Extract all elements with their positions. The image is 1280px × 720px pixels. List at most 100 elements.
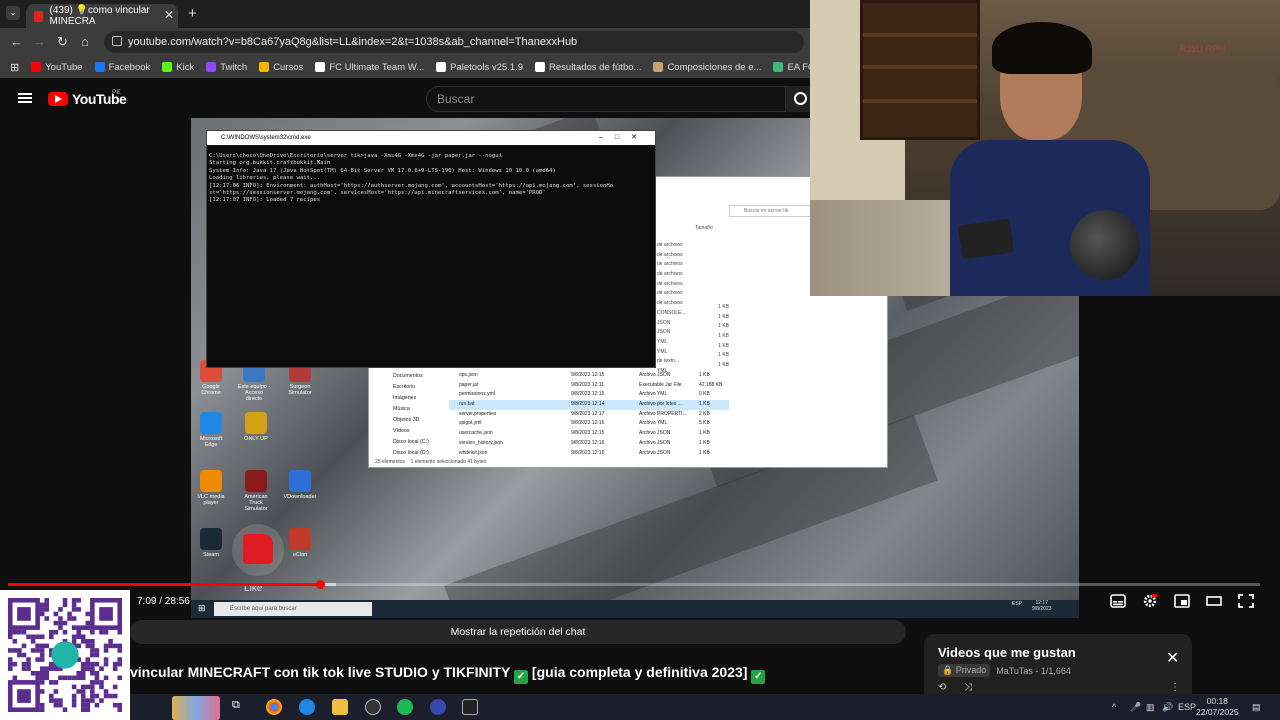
explorer-search-input[interactable]: Buscar en server tik [729, 205, 817, 217]
scrubber-handle[interactable] [315, 580, 325, 589]
file-type: Archivo JSON [639, 439, 671, 446]
nav-pane-item[interactable]: Imágenes [369, 393, 439, 404]
tab-list-button[interactable]: ⌄ [6, 6, 20, 20]
file-type: Archivo YML [639, 391, 668, 398]
obs-icon[interactable] [365, 699, 381, 715]
bookmark-item[interactable]: Twitch [206, 62, 247, 73]
file-row[interactable]: ops.json 9/8/2023 12:15 Archivo JSON 1 KB [449, 371, 729, 381]
desktop-icon: Steam [193, 528, 229, 558]
file-name: run.bat [459, 401, 475, 408]
nav-pane-item[interactable]: Disco local (D:) [369, 448, 439, 459]
tray-chevron-icon[interactable]: ^ [1112, 702, 1116, 712]
loop-icon[interactable]: ⟲ [938, 682, 946, 693]
file-name: ops.json [459, 372, 478, 378]
show-chat-replay-button[interactable]: Mostrar la repetición del chat [130, 620, 906, 644]
youtube-play-icon [48, 92, 68, 106]
bookmark-item[interactable]: Resultados de fútbo... [535, 62, 641, 73]
file-row[interactable]: server.properties 9/8/2023 12:17 Archivo P… [449, 410, 729, 420]
back-icon[interactable]: ← [10, 34, 23, 49]
bookmark-item[interactable]: Cursos [259, 62, 303, 73]
close-tab-icon[interactable]: ✕ [164, 8, 174, 22]
home-icon[interactable]: ⌂ [81, 34, 89, 49]
menu-icon[interactable] [18, 93, 32, 103]
network-icon[interactable]: ▥ [1146, 702, 1155, 713]
file-row[interactable]: version_history.json 9/8/2023 12:16 Archiv… [449, 439, 729, 449]
new-tab-icon[interactable]: + [188, 5, 197, 22]
more-options-icon[interactable]: ⋮ [1170, 682, 1180, 693]
notifications-icon[interactable]: ▤ [1252, 702, 1261, 713]
edge-icon[interactable] [299, 699, 315, 715]
bookmark-item[interactable]: FC Ultimate Team W... [315, 62, 424, 73]
bookmark-label: Resultados de fútbo... [549, 61, 642, 73]
size-column-header[interactable]: Tamaño [695, 225, 713, 231]
bookmark-item[interactable]: Composiciones de e... [653, 62, 761, 73]
task-view-icon[interactable]: ⧉ [232, 699, 248, 715]
file-row[interactable]: run.bat 9/8/2023 12:14 Archivo por lotes .… [449, 400, 729, 410]
file-row[interactable]: spigot.yml 9/8/2023 12:16 Archivo YML 5 KB [449, 419, 729, 429]
recorded-start-icon: ⊞ [198, 603, 206, 613]
subtitles-icon[interactable] [1110, 594, 1126, 608]
bookmark-item[interactable]: Kick [162, 62, 194, 73]
file-name: version_history.json [459, 439, 503, 446]
address-bar[interactable]: youtube.com/watch?v=b8Ca67yaQ8g&list=LL&… [104, 31, 804, 53]
forward-icon[interactable]: → [33, 34, 46, 49]
desktop-icon-label: Microsoft Edge [199, 436, 223, 448]
bookmark-item[interactable]: EA FC 24 Ultimate T... [773, 62, 810, 73]
apps-grid-icon[interactable]: ⊞ [10, 61, 19, 74]
reload-icon[interactable]: ↻ [57, 34, 68, 50]
window-controls[interactable]: –□✕ [599, 131, 649, 145]
file-explorer-icon[interactable] [332, 699, 348, 715]
site-info-icon[interactable] [112, 36, 122, 46]
chrome-icon[interactable] [266, 699, 282, 715]
playlist-title[interactable]: Videos que me gustan [938, 645, 1076, 660]
file-size: 1 KB [699, 372, 710, 378]
file-row[interactable]: permissions.yml 9/8/2023 12:15 Archivo YML… [449, 390, 729, 400]
nav-pane-item[interactable]: Objetos 3D [369, 415, 439, 426]
fullscreen-icon[interactable] [1238, 594, 1254, 608]
tray-language[interactable]: ESP [1178, 702, 1196, 712]
file-name: spigot.yml [459, 420, 482, 427]
file-row[interactable]: whitelist.json 9/8/2023 12:15 Archivo JSON… [449, 449, 729, 459]
nav-pane-item[interactable]: Escritorio [369, 382, 439, 393]
file-size: 1 KB [699, 439, 710, 446]
microphone-icon[interactable]: 🎤 [1130, 702, 1141, 713]
desktop-icon-label: Este equipo - Acceso directo [237, 384, 271, 402]
close-playlist-icon[interactable]: ✕ [1166, 648, 1179, 668]
file-type: Archivo JSON [639, 372, 671, 378]
spotify-icon[interactable] [397, 699, 413, 715]
nav-pane-item[interactable]: Disco local (C:) [369, 437, 439, 448]
file-size-cell: 1 KB [718, 323, 729, 330]
file-row[interactable]: paper.jar 9/8/2023 12:11 Executable Jar Fi… [449, 381, 729, 391]
cmd-window[interactable]: C:\WINDOWS\system32\cmd.exe –□✕ C:\Users… [206, 130, 656, 368]
nav-pane-item[interactable]: Vídeos [369, 426, 439, 437]
bookmark-favicon-icon [315, 62, 326, 72]
file-size: 5 KB [699, 420, 710, 427]
nav-pane-item[interactable]: Documentos [369, 371, 439, 382]
bookmark-item[interactable]: Facebook [94, 62, 150, 73]
shuffle-icon[interactable]: ⤨ [964, 682, 972, 693]
privacy-badge: 🔒 Privado [938, 664, 991, 677]
terminal-icon[interactable] [462, 699, 478, 715]
taskbar-widget-icon[interactable] [172, 696, 220, 720]
browser-tab-active[interactable]: (439) 💡como vincular MINECRA [26, 4, 178, 28]
search-icon[interactable] [786, 86, 810, 112]
country-code: PE [112, 89, 121, 96]
settings-gear-icon[interactable] [1142, 594, 1158, 608]
bookmark-item[interactable]: YouTube [31, 62, 83, 73]
bookmark-favicon-icon [206, 62, 217, 72]
theater-mode-icon[interactable] [1206, 594, 1222, 608]
file-type: Archivo JSON [639, 449, 671, 456]
file-name: paper.jar [459, 381, 479, 388]
taskbar-clock[interactable]: 00:18 22/07/2025 [1196, 696, 1239, 718]
file-date: 9/8/2023 12:15 [571, 449, 605, 456]
youtube-favicon-icon [34, 10, 44, 22]
file-row[interactable]: usercache.json 9/8/2023 12:15 Archivo JSON… [449, 429, 729, 439]
bookmark-item[interactable]: Paletools v25.1.9 [436, 62, 523, 73]
volume-icon[interactable]: 🔊 [1162, 702, 1173, 713]
tab-title: (439) 💡como vincular MINECRA [49, 5, 150, 27]
app-icon[interactable] [430, 699, 446, 715]
miniplayer-icon[interactable] [1174, 594, 1190, 608]
nav-pane-item[interactable]: Música [369, 404, 439, 415]
search-input[interactable]: Buscar [426, 86, 786, 112]
bookmark-label: Kick [176, 61, 195, 73]
